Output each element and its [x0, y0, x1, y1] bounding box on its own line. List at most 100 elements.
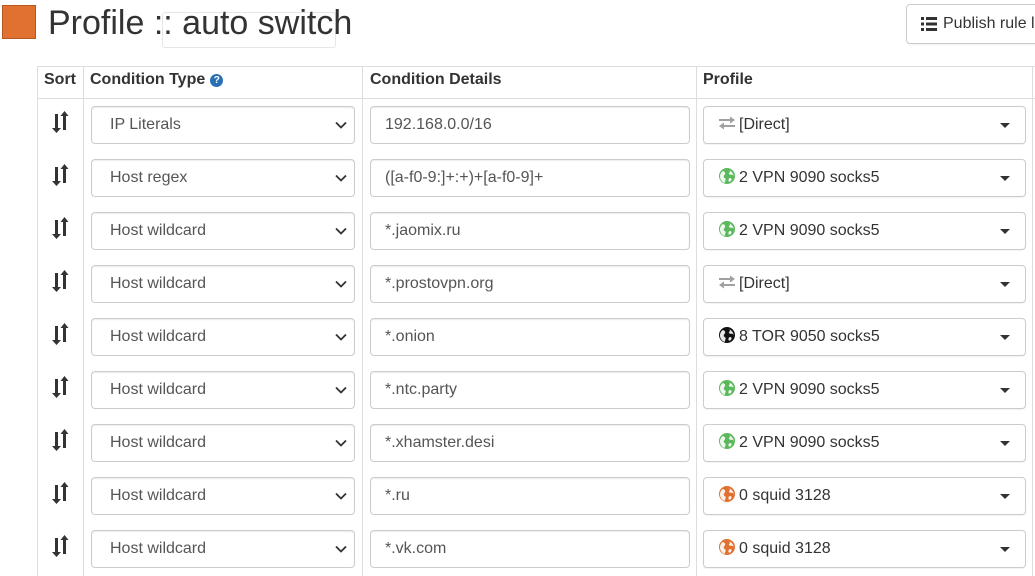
profile-value: 0 squid 3128	[739, 540, 831, 557]
profile-select[interactable]: 2 VPN 9090 socks5	[703, 159, 1026, 197]
sort-handle-icon[interactable]	[51, 270, 71, 292]
page-title: Profile :: auto switch	[48, 4, 353, 42]
question-circle-icon[interactable]: ?	[210, 74, 224, 87]
condition-details-input[interactable]: *.prostovpn.org	[370, 265, 690, 303]
sort-handle-icon[interactable]	[51, 164, 71, 186]
condition-details-input[interactable]: ([a-f0-9:]+:+)+[a-f0-9]+	[370, 159, 690, 197]
globe-icon	[719, 539, 735, 555]
chevron-down-icon	[335, 280, 347, 288]
condition-details-value: 192.168.0.0/16	[385, 116, 492, 133]
condition-details-value: *.onion	[385, 328, 435, 345]
condition-type-select[interactable]: IP Literals	[91, 106, 355, 144]
profile-value: 2 VPN 9090 socks5	[739, 434, 880, 451]
profile-value: 2 VPN 9090 socks5	[739, 222, 880, 239]
condition-details-value: *.ntc.party	[385, 381, 458, 398]
profile-select[interactable]: 2 VPN 9090 socks5	[703, 371, 1026, 409]
globe-icon	[719, 486, 735, 502]
column-header-condition-details: Condition Details	[370, 71, 502, 88]
condition-type-value: Host wildcard	[110, 381, 207, 398]
condition-details-value: ([a-f0-9:]+:+)+[a-f0-9]+	[385, 169, 544, 186]
globe-icon	[719, 327, 735, 343]
direct-transfer-icon	[719, 116, 735, 130]
profile-value: 0 squid 3128	[739, 487, 831, 504]
sort-handle-icon[interactable]	[51, 323, 71, 345]
profile-value: [Direct]	[739, 116, 790, 133]
condition-details-input[interactable]: *.onion	[370, 318, 690, 356]
condition-details-input[interactable]: *.xhamster.desi	[370, 424, 690, 462]
rule-row: Host wildcard *.xhamster.desi 2 VPN 9090…	[37, 417, 1035, 470]
condition-details-input[interactable]: *.vk.com	[370, 530, 690, 568]
rule-row: Host wildcard *.ru 0 squid 3128	[37, 470, 1035, 523]
publish-rule-label: Publish rule l	[943, 15, 1035, 32]
list-icon	[921, 17, 937, 31]
globe-icon	[719, 380, 735, 396]
rule-row: Host wildcard *.ntc.party 2 VPN 9090 soc…	[37, 364, 1035, 417]
rule-row: IP Literals 192.168.0.0/16 [Direct]	[37, 99, 1035, 152]
condition-type-value: Host wildcard	[110, 275, 207, 292]
publish-rule-button[interactable]: Publish rule l	[906, 4, 1035, 44]
condition-details-value: *.ru	[385, 487, 410, 504]
direct-transfer-icon	[719, 275, 735, 289]
chevron-down-icon	[335, 545, 347, 553]
condition-type-select[interactable]: Host wildcard	[91, 424, 355, 462]
condition-type-select[interactable]: Host wildcard	[91, 477, 355, 515]
caret-down-icon	[1000, 547, 1010, 552]
condition-details-input[interactable]: *.ru	[370, 477, 690, 515]
caret-down-icon	[1000, 494, 1010, 499]
sort-handle-icon[interactable]	[51, 111, 71, 133]
profile-select[interactable]: 0 squid 3128	[703, 477, 1026, 515]
profile-select[interactable]: 2 VPN 9090 socks5	[703, 212, 1026, 250]
sort-handle-icon[interactable]	[51, 376, 71, 398]
profile-select[interactable]: [Direct]	[703, 106, 1026, 144]
globe-icon	[719, 221, 735, 237]
globe-icon	[719, 433, 735, 449]
chevron-down-icon	[335, 174, 347, 182]
page-header: Profile :: auto switch Publish rule l	[0, 0, 1035, 52]
condition-type-select[interactable]: Host wildcard	[91, 530, 355, 568]
rule-row: Host wildcard *.prostovpn.org [Direct]	[37, 258, 1035, 311]
condition-details-value: *.prostovpn.org	[385, 275, 494, 292]
caret-down-icon	[1000, 282, 1010, 287]
column-header-sort: Sort	[44, 71, 76, 88]
condition-type-select[interactable]: Host regex	[91, 159, 355, 197]
condition-type-select[interactable]: Host wildcard	[91, 318, 355, 356]
condition-type-select[interactable]: Host wildcard	[91, 265, 355, 303]
sort-handle-icon[interactable]	[51, 429, 71, 451]
caret-down-icon	[1000, 335, 1010, 340]
rule-row: Host wildcard *.vk.com 0 squid 3128	[37, 523, 1035, 576]
condition-details-input[interactable]: *.ntc.party	[370, 371, 690, 409]
chevron-down-icon	[335, 439, 347, 447]
caret-down-icon	[1000, 441, 1010, 446]
condition-type-value: Host wildcard	[110, 328, 207, 345]
condition-type-value: Host regex	[110, 169, 188, 186]
condition-details-value: *.vk.com	[385, 540, 447, 557]
condition-details-value: *.xhamster.desi	[385, 434, 495, 451]
profile-value: 2 VPN 9090 socks5	[739, 381, 880, 398]
globe-icon	[719, 168, 735, 184]
condition-type-select[interactable]: Host wildcard	[91, 371, 355, 409]
sort-handle-icon[interactable]	[51, 217, 71, 239]
profile-value: [Direct]	[739, 275, 790, 292]
profile-select[interactable]: 2 VPN 9090 socks5	[703, 424, 1026, 462]
condition-type-value: Host wildcard	[110, 487, 207, 504]
rule-row: Host wildcard *.jaomix.ru 2 VPN 9090 soc…	[37, 205, 1035, 258]
profile-value: 8 TOR 9050 socks5	[739, 328, 880, 345]
condition-type-value: IP Literals	[110, 116, 181, 133]
profile-select[interactable]: 0 squid 3128	[703, 530, 1026, 568]
profile-select[interactable]: [Direct]	[703, 265, 1026, 303]
column-header-profile: Profile	[703, 71, 753, 88]
sort-handle-icon[interactable]	[51, 482, 71, 504]
sort-handle-icon[interactable]	[51, 535, 71, 557]
chevron-down-icon	[335, 492, 347, 500]
profile-color-swatch[interactable]	[2, 5, 36, 39]
chevron-down-icon	[335, 121, 347, 129]
condition-details-input[interactable]: 192.168.0.0/16	[370, 106, 690, 144]
condition-type-select[interactable]: Host wildcard	[91, 212, 355, 250]
caret-down-icon	[1000, 123, 1010, 128]
caret-down-icon	[1000, 229, 1010, 234]
condition-details-value: *.jaomix.ru	[385, 222, 461, 239]
chevron-down-icon	[335, 227, 347, 235]
condition-details-input[interactable]: *.jaomix.ru	[370, 212, 690, 250]
profile-select[interactable]: 8 TOR 9050 socks5	[703, 318, 1026, 356]
caret-down-icon	[1000, 388, 1010, 393]
